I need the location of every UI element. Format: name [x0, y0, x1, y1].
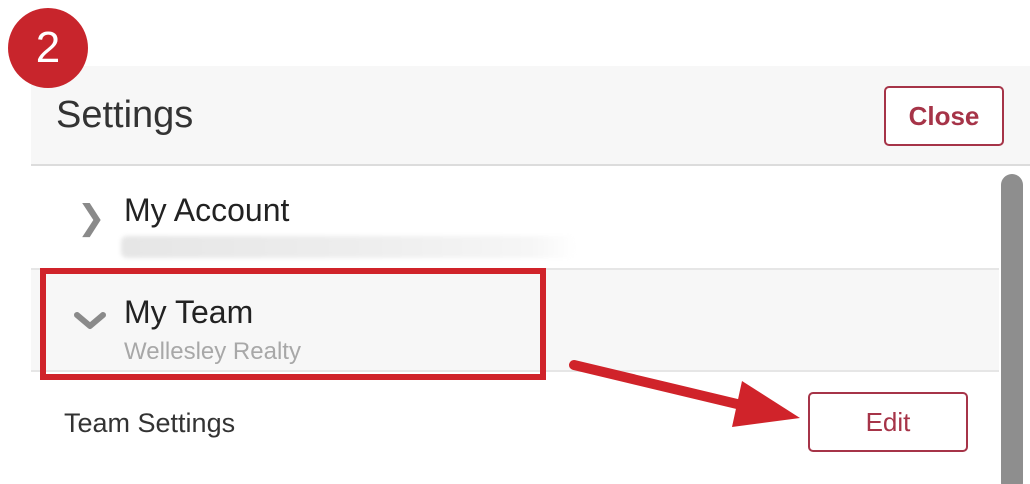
page-title: Settings [56, 94, 194, 136]
chevron-right-icon: ❯ [77, 199, 106, 237]
team-settings-row: Team Settings Edit [31, 372, 999, 484]
team-settings-label: Team Settings [64, 408, 236, 438]
screenshot-stage: 2 Settings Close ❯ My Account My Team We… [0, 0, 1030, 484]
settings-header: Settings Close [31, 66, 1030, 166]
my-team-section[interactable]: My Team Wellesley Realty [31, 270, 999, 372]
edit-button[interactable]: Edit [808, 392, 968, 452]
my-account-title: My Account [124, 192, 290, 228]
chevron-down-icon [73, 310, 107, 337]
my-team-title: My Team [124, 294, 254, 330]
step-number-badge: 2 [8, 8, 88, 88]
close-button[interactable]: Close [884, 86, 1004, 146]
redacted-account-detail [121, 236, 576, 258]
settings-panel: Settings Close ❯ My Account My Team Well… [31, 66, 1030, 484]
scrollbar-thumb[interactable] [1001, 174, 1023, 484]
team-name-subtitle: Wellesley Realty [124, 338, 301, 365]
my-account-section[interactable]: ❯ My Account [31, 166, 999, 270]
